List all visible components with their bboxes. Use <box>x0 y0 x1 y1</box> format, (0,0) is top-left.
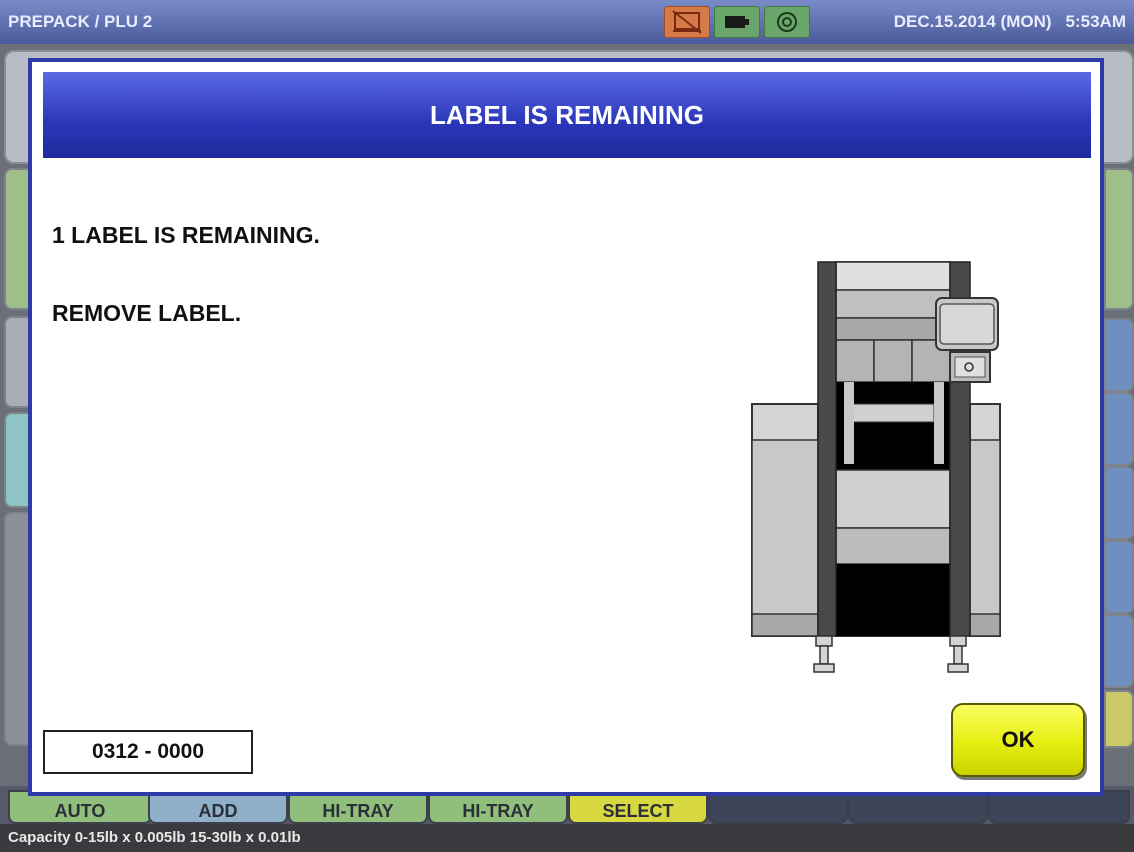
network-icon <box>764 6 810 38</box>
top-status-bar: PREPACK / PLU 2 DEC.15.2014 (MON) 5:53AM <box>0 0 1134 44</box>
background-right-tab <box>1104 614 1134 688</box>
error-dialog: LABEL IS REMAINING 1 LABEL IS REMAINING.… <box>28 58 1104 796</box>
background-right-tab <box>1104 540 1134 614</box>
status-icons <box>664 6 810 38</box>
background-right-tab <box>1104 466 1134 540</box>
date-time: DEC.15.2014 (MON) 5:53AM <box>894 12 1126 32</box>
message-line-2: REMOVE LABEL. <box>52 300 242 326</box>
message-line-1: 1 LABEL IS REMAINING. <box>52 222 320 248</box>
mode-title: PREPACK / PLU 2 <box>8 12 153 31</box>
background-right-tab <box>1104 690 1134 748</box>
battery-icon <box>714 6 760 38</box>
dialog-title: LABEL IS REMAINING <box>43 72 1091 158</box>
background-right-tab <box>1104 392 1134 466</box>
time-display: 5:53AM <box>1065 12 1126 31</box>
printer-error-icon <box>664 6 710 38</box>
error-code: 0312 - 0000 <box>43 730 253 774</box>
ok-button[interactable]: OK <box>951 703 1085 777</box>
date-display: DEC.15.2014 (MON) <box>893 12 1052 31</box>
label-printer-machine-icon <box>750 258 1002 687</box>
background-right-tab <box>1104 168 1134 310</box>
capacity-info: Capacity 0-15lb x 0.005lb 15-30lb x 0.01… <box>0 824 1134 852</box>
background-right-tab <box>1104 318 1134 392</box>
